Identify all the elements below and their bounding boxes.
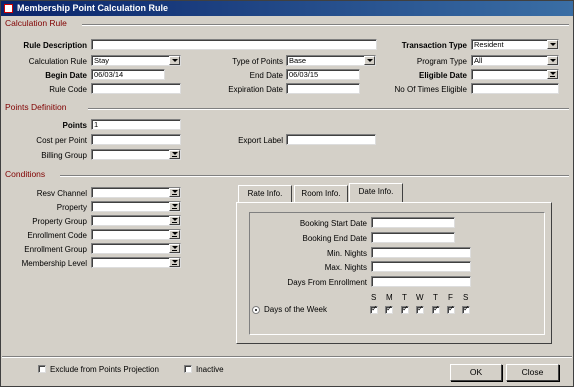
resv-channel-input[interactable] [91, 187, 181, 198]
min-nights-label: Min. Nights [326, 249, 367, 258]
rule-code-label: Rule Code [49, 85, 87, 94]
enrollment-group-input[interactable] [91, 243, 181, 254]
chevron-down-icon[interactable] [547, 56, 558, 65]
no-of-times-eligible-input[interactable] [471, 83, 559, 94]
booking-end-date-label: Booking End Date [302, 234, 368, 243]
expiration-date-input[interactable] [286, 83, 360, 94]
transaction-type-select[interactable]: Resident [471, 39, 559, 50]
day-header-fri: F [448, 293, 453, 302]
property-label: Property [56, 203, 87, 212]
max-nights-input[interactable] [371, 261, 471, 272]
eligible-date-input[interactable] [471, 69, 559, 80]
days-of-week-radio[interactable] [252, 306, 260, 314]
membership-level-input[interactable] [91, 257, 181, 268]
tab-rate-info[interactable]: Rate Info. [238, 185, 292, 202]
resv-channel-label: Resv Channel [36, 189, 87, 198]
exclude-projection-checkbox[interactable] [38, 365, 46, 373]
rule-description-label: Rule Description [23, 41, 87, 50]
days-from-enrollment-label: Days From Enrollment [287, 278, 367, 287]
membership-level-label: Membership Level [21, 259, 87, 268]
end-date-label: End Date [249, 71, 283, 80]
calculation-rule-window: Membership Point Calculation Rule Calcul… [0, 0, 574, 387]
wednesday-checkbox[interactable] [416, 304, 424, 314]
begin-date-label: Begin Date [45, 71, 87, 80]
booking-end-date-input[interactable] [371, 232, 455, 243]
tab-room-info[interactable]: Room Info. [294, 185, 348, 202]
transaction-type-label: Transaction Type [401, 41, 467, 50]
enrollment-code-input[interactable] [91, 229, 181, 240]
day-header-wed: W [416, 293, 424, 302]
cost-per-point-input[interactable] [91, 134, 181, 145]
day-header-tue: T [402, 293, 407, 302]
type-of-points-label: Type of Points [232, 57, 283, 66]
day-header-thu: T [433, 293, 438, 302]
type-of-points-select[interactable]: Base [286, 55, 376, 66]
day-header-mon: M [386, 293, 393, 302]
enrollment-code-label: Enrollment Code [27, 231, 87, 240]
begin-date-input[interactable]: 06/03/14 [91, 69, 165, 80]
list-of-values-icon[interactable] [169, 244, 180, 253]
list-of-values-icon[interactable] [169, 216, 180, 225]
date-info-group [249, 212, 545, 335]
days-of-week-label: Days of the Week [264, 305, 327, 314]
cost-per-point-label: Cost per Point [36, 136, 87, 145]
section-conditions: Conditions [2, 169, 572, 180]
no-of-times-eligible-label: No Of Times Eligible [394, 85, 467, 94]
sunday-checkbox[interactable] [370, 304, 378, 314]
ok-button[interactable]: OK [450, 364, 502, 381]
day-header-sat: S [463, 293, 469, 302]
booking-start-date-input[interactable] [371, 217, 455, 228]
days-from-enrollment-input[interactable] [371, 276, 471, 287]
title-bar: Membership Point Calculation Rule [1, 1, 573, 16]
list-of-values-icon[interactable] [169, 150, 180, 159]
list-of-values-icon[interactable] [169, 258, 180, 267]
section-calculation-rule: Calculation Rule [2, 18, 572, 29]
calculation-rule-select[interactable]: Stay [91, 55, 181, 66]
tab-date-info[interactable]: Date Info. [349, 183, 403, 202]
list-of-values-icon[interactable] [169, 230, 180, 239]
export-label-label: Export Label [238, 136, 283, 145]
footer-separator [2, 356, 572, 358]
window-title: Membership Point Calculation Rule [17, 3, 169, 13]
rule-code-input[interactable] [91, 83, 181, 94]
program-type-label: Program Type [416, 57, 467, 66]
points-label: Points [62, 121, 87, 130]
inactive-checkbox[interactable] [184, 365, 192, 373]
friday-checkbox[interactable] [447, 304, 455, 314]
thursday-checkbox[interactable] [432, 304, 440, 314]
day-header-sun: S [371, 293, 377, 302]
min-nights-input[interactable] [371, 247, 471, 258]
property-group-label: Property Group [32, 217, 87, 226]
exclude-projection-label: Exclude from Points Projection [50, 365, 159, 374]
list-of-values-icon[interactable] [169, 202, 180, 211]
expiration-date-label: Expiration Date [228, 85, 283, 94]
end-date-input[interactable]: 06/03/15 [286, 69, 360, 80]
booking-start-date-label: Booking Start Date [299, 219, 367, 228]
list-of-values-icon[interactable] [547, 70, 558, 79]
section-points-definition: Points Definition [2, 102, 572, 113]
calculation-rule-label: Calculation Rule [28, 57, 87, 66]
monday-checkbox[interactable] [385, 304, 393, 314]
inactive-label: Inactive [196, 365, 224, 374]
program-type-select[interactable]: All [471, 55, 559, 66]
max-nights-label: Max. Nights [324, 263, 367, 272]
chevron-down-icon[interactable] [169, 56, 180, 65]
tuesday-checkbox[interactable] [401, 304, 409, 314]
property-input[interactable] [91, 201, 181, 212]
close-button[interactable]: Close [506, 364, 559, 381]
saturday-checkbox[interactable] [462, 304, 470, 314]
billing-group-input[interactable] [91, 149, 181, 160]
property-group-input[interactable] [91, 215, 181, 226]
enrollment-group-label: Enrollment Group [24, 245, 87, 254]
billing-group-label: Billing Group [41, 151, 87, 160]
points-input[interactable]: 1 [91, 119, 181, 130]
eligible-date-label: Eligible Date [418, 71, 467, 80]
app-icon [4, 4, 13, 13]
rule-description-input[interactable] [91, 39, 377, 50]
list-of-values-icon[interactable] [169, 188, 180, 197]
export-label-input[interactable] [286, 134, 376, 145]
chevron-down-icon[interactable] [547, 40, 558, 49]
